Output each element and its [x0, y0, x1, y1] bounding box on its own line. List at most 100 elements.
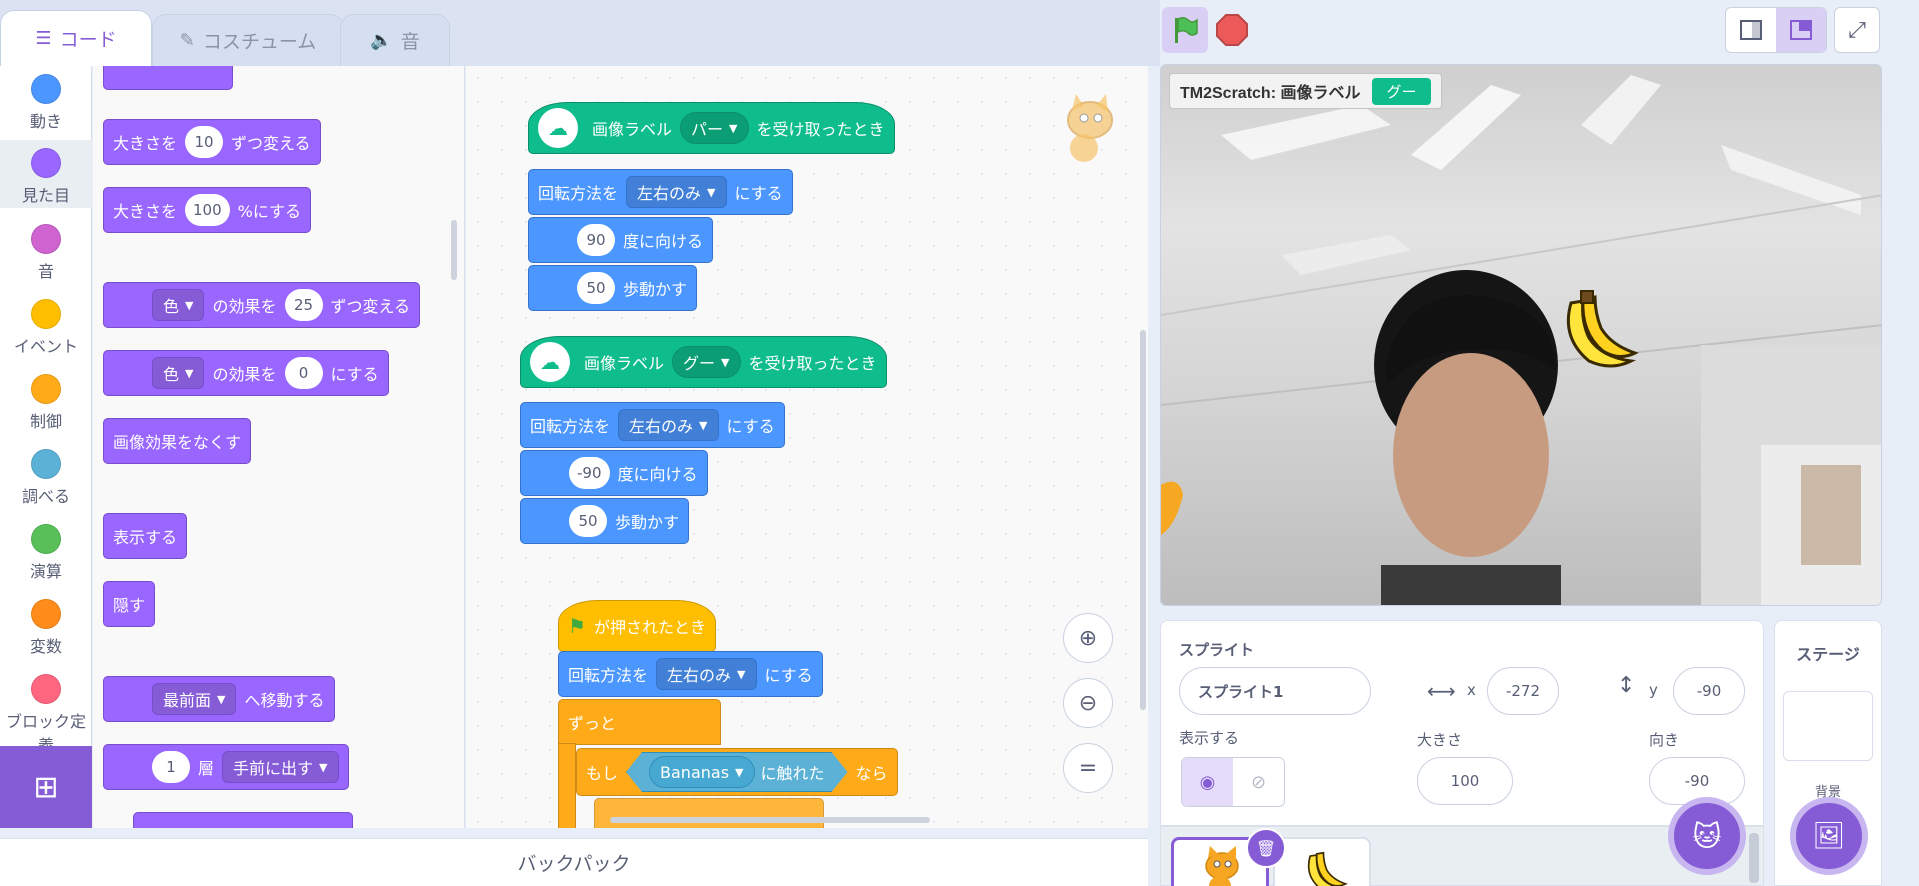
operators-dot-icon: [31, 524, 61, 554]
small-stage-button[interactable]: [1726, 8, 1776, 52]
effect-set-input[interactable]: 0: [284, 357, 323, 389]
sprite-x-input[interactable]: -272: [1487, 667, 1559, 715]
category-events[interactable]: イベント: [0, 299, 92, 357]
when-label-received-hat-block[interactable]: ☁ 画像ラベル パー ▼ を受け取ったとき: [528, 102, 895, 154]
palette-set-effect-block[interactable]: 色 ▼ の効果を 0 にする: [103, 350, 389, 396]
green-flag-icon: ⚑: [568, 614, 586, 638]
workspace-horizontal-scrollbar[interactable]: [610, 817, 930, 823]
label-dropdown[interactable]: パー ▼: [680, 112, 749, 144]
layers-input[interactable]: 1: [152, 751, 190, 783]
tab-costumes[interactable]: ✎ コスチューム: [152, 14, 344, 66]
workspace-vertical-scrollbar[interactable]: [1140, 330, 1146, 710]
if-block[interactable]: もし Bananas ▼ に触れた なら: [576, 748, 898, 796]
backpack-bar[interactable]: バックパック: [0, 838, 1148, 886]
stage-canvas[interactable]: TM2Scratch: 画像ラベル グー: [1160, 64, 1882, 606]
nested-block-partial[interactable]: [594, 798, 824, 828]
show-sprite-button[interactable]: ◉: [1182, 758, 1233, 806]
sound-dot-icon: [31, 224, 61, 254]
dropdown-caret-icon: ▼: [185, 366, 194, 380]
category-sensing[interactable]: 調べる: [0, 449, 92, 507]
layer-dropdown[interactable]: 最前面 ▼: [152, 683, 237, 715]
sprite-size-input[interactable]: 100: [1417, 757, 1513, 805]
when-flag-clicked-hat-block[interactable]: ⚑ が押されたとき: [558, 600, 716, 652]
palette-go-layers-block[interactable]: 1 層 手前に出す ▼: [103, 744, 349, 790]
zoom-reset-button[interactable]: =: [1063, 743, 1113, 793]
palette-goto-layer-block[interactable]: 最前面 ▼ へ移動する: [103, 676, 335, 722]
category-looks[interactable]: 見た目: [0, 140, 92, 208]
eye-slash-icon: ⊘: [1250, 771, 1267, 793]
move-steps-block[interactable]: 50 歩動かす: [528, 265, 698, 311]
zoom-in-button[interactable]: ⊕: [1063, 613, 1113, 663]
add-backdrop-icon: 🖼: [1812, 821, 1846, 851]
direction-input[interactable]: 90: [577, 224, 615, 256]
stop-button[interactable]: [1216, 14, 1248, 46]
green-flag-button[interactable]: [1162, 7, 1208, 53]
touching-block[interactable]: Bananas ▼ に触れた: [626, 752, 848, 792]
category-sound[interactable]: 音: [0, 224, 92, 282]
set-rotation-style-block[interactable]: 回転方法を 左右のみ ▼ にする: [558, 651, 823, 697]
palette-block-partial[interactable]: [133, 812, 353, 828]
palette-clear-effects-block[interactable]: 画像効果をなくす: [103, 418, 252, 464]
hide-sprite-button[interactable]: ⊘: [1233, 758, 1284, 806]
steps-input[interactable]: 50: [569, 505, 607, 537]
point-in-direction-block[interactable]: 90 度に向ける: [528, 217, 714, 263]
forever-block-arm: [558, 743, 576, 828]
set-rotation-style-block[interactable]: 回転方法を 左右のみ ▼ にする: [528, 169, 793, 215]
tab-sounds[interactable]: 🔈 音: [340, 14, 450, 66]
size-set-input[interactable]: 100: [185, 194, 230, 226]
category-control[interactable]: 制御: [0, 374, 92, 432]
category-motion[interactable]: 動き: [0, 74, 92, 132]
rotation-dropdown[interactable]: 左右のみ ▼: [618, 409, 719, 441]
direction-label: 向き: [1649, 731, 1680, 749]
effect-change-input[interactable]: 25: [284, 289, 323, 321]
palette-set-size-block[interactable]: 大きさを 100 %にする: [103, 187, 312, 233]
forever-block[interactable]: ずっと: [558, 699, 721, 745]
add-extension-button[interactable]: ⊞: [0, 746, 92, 828]
effect-dropdown[interactable]: 色 ▼: [152, 357, 205, 389]
choose-backdrop-button[interactable]: 🖼: [1790, 797, 1868, 875]
choose-sprite-button[interactable]: 🐱: [1668, 797, 1746, 875]
script-workspace[interactable]: ☁ 画像ラベル パー ▼ を受け取ったとき 回転方法を 左右のみ ▼ にする 90 …: [466, 66, 1148, 828]
palette-change-size-block[interactable]: 大きさを 10 ずつ変える: [103, 119, 321, 165]
category-operators[interactable]: 演算: [0, 524, 92, 582]
sprite-name-input[interactable]: スプライト1: [1179, 667, 1371, 715]
rotation-dropdown[interactable]: 左右のみ ▼: [626, 176, 727, 208]
webcam-video-feed: [1161, 75, 1881, 605]
palette-show-block[interactable]: 表示する: [103, 513, 188, 559]
zoom-in-icon: ⊕: [1078, 625, 1098, 651]
delete-sprite-button[interactable]: 🗑: [1246, 828, 1286, 868]
touching-object-dropdown[interactable]: Bananas ▼: [649, 756, 754, 788]
current-sprite-cat-icon: [1067, 94, 1113, 162]
set-rotation-style-block[interactable]: 回転方法を 左右のみ ▼ にする: [520, 402, 785, 448]
label-dropdown[interactable]: グー ▼: [672, 346, 741, 378]
zoom-out-icon: ⊖: [1078, 690, 1098, 716]
effect-dropdown[interactable]: 色 ▼: [152, 289, 205, 321]
palette-change-effect-block[interactable]: 色 ▼ の効果を 25 ずつ変える: [103, 282, 421, 328]
banana-sprite[interactable]: [1551, 283, 1641, 373]
my-blocks-dot-icon: [31, 674, 61, 704]
zoom-out-button[interactable]: ⊖: [1063, 678, 1113, 728]
dropdown-caret-icon: ▼: [729, 121, 738, 135]
palette-block-partial[interactable]: [103, 66, 233, 90]
when-label-received-hat-block[interactable]: ☁ 画像ラベル グー ▼ を受け取ったとき: [520, 336, 887, 388]
palette-hide-block[interactable]: 隠す: [103, 581, 156, 627]
tab-code[interactable]: ☰ コード: [0, 10, 152, 66]
move-steps-block[interactable]: 50 歩動かす: [520, 498, 690, 544]
fullscreen-button[interactable]: ⤢: [1834, 7, 1880, 53]
direction-input[interactable]: -90: [569, 457, 610, 489]
dropdown-caret-icon: ▼: [217, 692, 226, 706]
palette-scrollbar[interactable]: [451, 220, 457, 280]
rotation-dropdown[interactable]: 左右のみ ▼: [656, 658, 757, 690]
sprite-thumb-bananas[interactable]: [1273, 837, 1371, 886]
category-my-blocks[interactable]: ブロック定義: [0, 674, 92, 756]
show-label: 表示する: [1179, 729, 1240, 747]
category-variables[interactable]: 変数: [0, 599, 92, 657]
label-variable-monitor[interactable]: TM2Scratch: 画像ラベル グー: [1169, 73, 1442, 109]
forward-dropdown[interactable]: 手前に出す ▼: [222, 751, 339, 783]
normal-stage-button[interactable]: [1776, 8, 1826, 52]
point-in-direction-block[interactable]: -90 度に向ける: [520, 450, 708, 496]
size-change-input[interactable]: 10: [185, 126, 224, 158]
steps-input[interactable]: 50: [577, 272, 615, 304]
sprite-list-scrollbar[interactable]: [1749, 833, 1759, 883]
sprite-y-input[interactable]: -90: [1673, 667, 1745, 715]
